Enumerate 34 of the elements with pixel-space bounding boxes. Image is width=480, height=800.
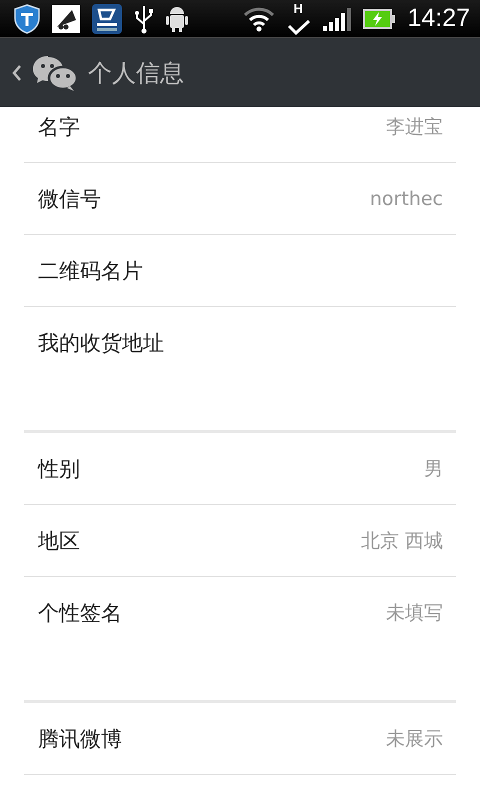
android-icon [166, 4, 188, 32]
item-value: 李进宝 [386, 114, 443, 140]
item-value: northec [370, 188, 443, 210]
usb-icon [134, 4, 154, 34]
list-item[interactable]: 腾讯微博 未展示 [24, 703, 456, 775]
item-label: 个性签名 [38, 600, 122, 626]
list-item[interactable]: 性别 男 [24, 433, 456, 505]
shield-icon [14, 4, 40, 34]
item-label: 性别 [38, 456, 80, 482]
battery-icon [363, 8, 396, 28]
item-label: 二维码名片 [38, 258, 143, 284]
list-item[interactable]: 微信号 northec [24, 163, 456, 235]
item-value: 北京 西城 [360, 528, 443, 554]
item-value: 未填写 [386, 600, 443, 626]
network-type: H [293, 0, 303, 16]
item-value: 男 [424, 456, 443, 482]
back-icon[interactable] [12, 64, 22, 82]
list-item[interactable]: 名字 李进宝 [24, 107, 456, 163]
wifi-icon [243, 6, 276, 32]
list-item[interactable]: 地区 北京 西城 [24, 505, 456, 577]
item-label: 腾讯微博 [38, 726, 122, 752]
item-label: 地区 [38, 528, 80, 554]
page-title: 个人信息 [88, 58, 184, 88]
list-item[interactable]: 二维码名片 [24, 235, 456, 307]
item-label: 我的收货地址 [38, 330, 164, 356]
check-icon [287, 18, 312, 34]
item-value: 未展示 [386, 726, 443, 752]
list-item[interactable]: 我的收货地址 [24, 307, 456, 378]
item-label: 名字 [38, 114, 80, 140]
signal-icon [323, 6, 352, 30]
chat-bubbles-icon [32, 54, 78, 92]
clock-time: 14:27 [407, 4, 470, 33]
list-item[interactable]: 个性签名 未填写 [24, 577, 456, 648]
item-label: 微信号 [38, 186, 101, 212]
